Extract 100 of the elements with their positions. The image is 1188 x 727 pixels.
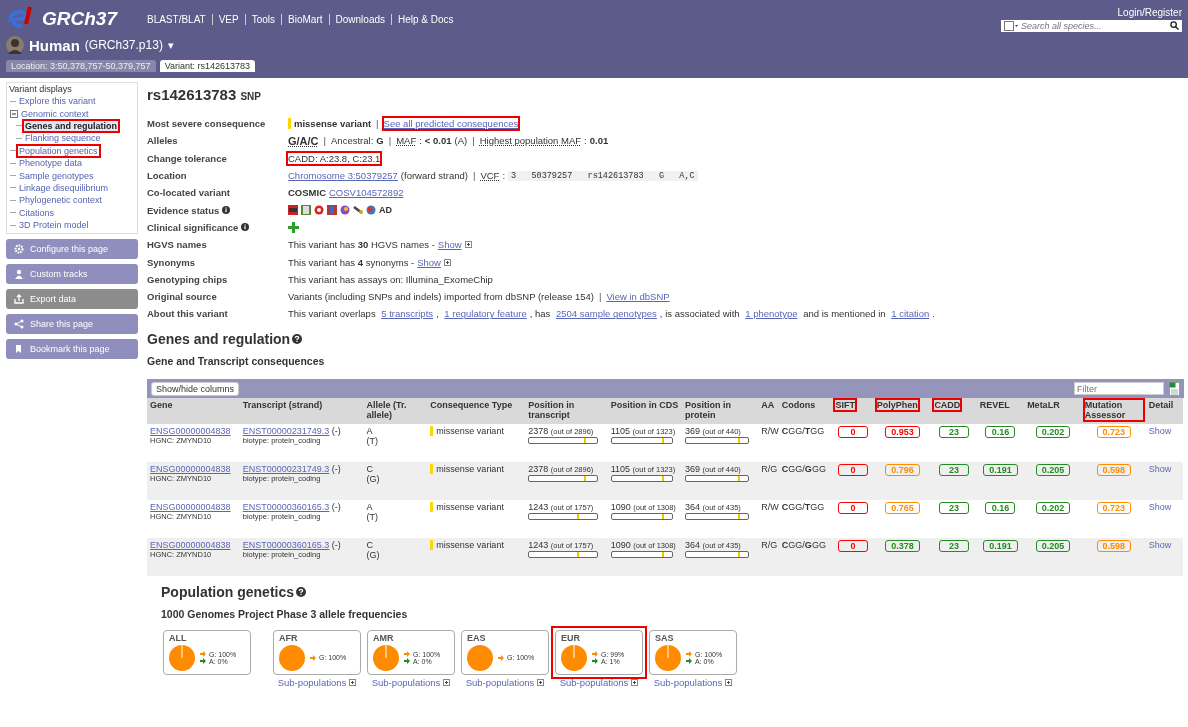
link[interactable]: 1 regulatory feature: [444, 308, 527, 320]
sidebar-item[interactable]: Sample genotypes: [18, 170, 95, 181]
expand-icon[interactable]: [443, 678, 451, 686]
link[interactable]: 1 citation: [891, 308, 930, 320]
assembly-label[interactable]: (GRCh37.p13): [84, 38, 163, 52]
transcript-link[interactable]: ENST00000231749.3: [242, 463, 330, 474]
link[interactable]: 2504 sample genotypes: [555, 308, 657, 320]
column-header[interactable]: SIFT: [835, 399, 855, 410]
field-label: Location: [147, 170, 187, 182]
gene-link[interactable]: ENSG00000004838: [150, 539, 231, 550]
column-header[interactable]: Gene: [150, 399, 173, 410]
link[interactable]: Show: [437, 239, 462, 251]
expand-icon[interactable]: [537, 678, 545, 686]
tab[interactable]: Location: 3:50,378,757-50,379,757: [6, 60, 156, 72]
evidence-badge[interactable]: AD: [379, 205, 392, 215]
evidence-icon[interactable]: [327, 205, 337, 216]
sub-populations-link[interactable]: Sub-populations: [277, 676, 347, 688]
help-icon[interactable]: [292, 333, 303, 344]
evidence-icon[interactable]: [366, 205, 376, 216]
expand-icon[interactable]: [631, 678, 639, 686]
sidebar-item[interactable]: Phylogenetic context: [18, 195, 104, 206]
sub-populations-link[interactable]: Sub-populations: [559, 676, 629, 688]
position-value: 364: [684, 539, 700, 550]
evidence-icon[interactable]: [288, 205, 298, 216]
subsection-title: Gene and Transcript consequences: [147, 354, 326, 367]
gene-link[interactable]: ENSG00000004838: [150, 425, 231, 436]
transcript-link[interactable]: ENST00000360165.3: [242, 539, 330, 550]
info-icon[interactable]: [241, 223, 250, 232]
nav-link[interactable]: Tools: [244, 13, 282, 25]
position-value: 364: [684, 501, 700, 512]
sidebar-item[interactable]: Flanking sequence: [24, 133, 102, 144]
sidebar-item[interactable]: Phenotype data: [18, 158, 84, 169]
expand-icon[interactable]: [349, 678, 357, 686]
score-badge: 0.378: [885, 539, 920, 552]
info-icon[interactable]: [222, 206, 231, 215]
value-text: This variant overlaps: [288, 308, 377, 320]
sidebar-button[interactable]: Bookmark this page: [6, 339, 138, 360]
sidebar-item[interactable]: Citations: [18, 207, 55, 218]
expand-icon[interactable]: [725, 678, 733, 686]
sidebar-item[interactable]: Population genetics: [18, 145, 99, 156]
site-title[interactable]: GRCh37: [42, 8, 117, 30]
help-icon[interactable]: [296, 586, 306, 597]
gene-link[interactable]: ENSG00000004838: [150, 501, 231, 512]
sub-populations-link[interactable]: Sub-populations: [465, 676, 535, 688]
score-badge: 0: [838, 463, 869, 476]
search-field[interactable]: Search all species...: [1001, 19, 1182, 32]
link[interactable]: 1 phenotype: [745, 308, 798, 320]
link[interactable]: COSV104572892: [329, 187, 404, 199]
link[interactable]: See all predicted consequences: [383, 118, 519, 130]
sidebar-button[interactable]: Custom tracks: [6, 264, 138, 285]
nav-link[interactable]: VEP: [211, 13, 245, 25]
show-hide-columns-button[interactable]: Show/hide columns: [151, 381, 240, 396]
expand-icon[interactable]: [464, 241, 472, 249]
vcf-code: 3 50379257 rs142613783 G A,C: [508, 170, 698, 181]
detail-link[interactable]: Show: [1148, 463, 1172, 474]
sub-populations-link[interactable]: Sub-populations: [653, 676, 723, 688]
evidence-icon[interactable]: [353, 205, 363, 216]
search-icon[interactable]: [1170, 21, 1179, 30]
login-link[interactable]: Login/Register: [1117, 6, 1182, 18]
detail-link[interactable]: Show: [1148, 539, 1172, 550]
species-name[interactable]: Human: [29, 36, 80, 54]
sub-populations-link[interactable]: Sub-populations: [371, 676, 441, 688]
sidebar-button[interactable]: Share this page: [6, 314, 138, 335]
sidebar-item[interactable]: Genes and regulation: [24, 120, 119, 131]
expand-icon[interactable]: [444, 258, 451, 266]
field-label: Evidence status: [147, 204, 220, 216]
sidebar-item[interactable]: Genomic context: [20, 108, 90, 119]
tab[interactable]: Variant: rs142613783: [159, 60, 256, 72]
detail-link[interactable]: Show: [1148, 501, 1172, 512]
nav-link[interactable]: BioMart: [281, 13, 329, 25]
transcript-allele-text: (G): [366, 549, 381, 560]
filter-field[interactable]: Filter: [1074, 382, 1164, 396]
sidebar-item[interactable]: Linkage disequilibrium: [18, 182, 110, 193]
score-badge: 0: [838, 539, 869, 552]
species-menu-icon[interactable]: [1004, 20, 1018, 31]
population-name: AFR: [279, 632, 299, 643]
nav-link[interactable]: BLAST/BLAT: [140, 13, 212, 25]
link[interactable]: 5 transcripts: [381, 308, 434, 320]
sidebar-button[interactable]: Configure this page: [6, 239, 138, 260]
link[interactable]: Show: [417, 256, 441, 268]
spreadsheet-icon[interactable]: [1169, 381, 1180, 396]
separator: |: [387, 135, 393, 147]
sidebar-item[interactable]: Explore this variant: [18, 96, 97, 107]
caret-icon[interactable]: ▾: [167, 38, 174, 52]
value-text: , has: [529, 308, 552, 320]
external-link[interactable]: View in dbSNP: [606, 291, 670, 303]
link[interactable]: Chromosome 3:50379257: [288, 170, 398, 182]
transcript-link[interactable]: ENST00000360165.3: [242, 501, 330, 512]
gene-link[interactable]: ENSG00000004838: [150, 463, 231, 474]
nav-link[interactable]: Help & Docs: [391, 13, 460, 25]
value-text: G: [376, 135, 384, 147]
collapse-icon[interactable]: [10, 109, 18, 118]
score-badge: 23: [939, 539, 970, 552]
sidebar-item[interactable]: 3D Protein model: [18, 220, 90, 231]
transcript-link[interactable]: ENST00000231749.3: [242, 425, 330, 436]
allele-text: C: [366, 463, 374, 474]
detail-link[interactable]: Show: [1148, 425, 1172, 436]
nav-link[interactable]: Downloads: [328, 13, 391, 25]
description-text: This variant has 30 HGVS names -: [288, 239, 435, 251]
evidence-icon[interactable]: [340, 205, 350, 216]
